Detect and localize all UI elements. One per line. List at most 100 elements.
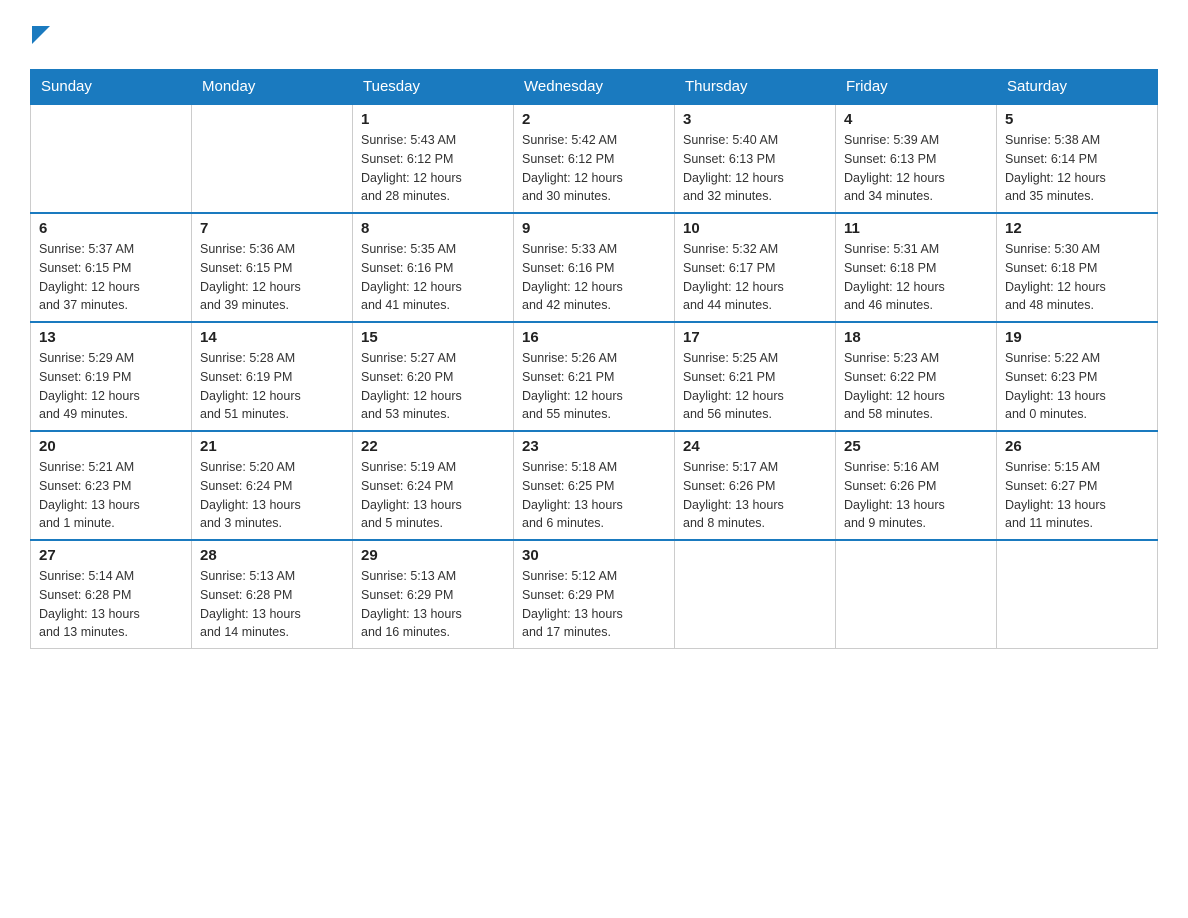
day-number: 2 [522, 111, 666, 128]
calendar-cell: 14 Sunrise: 5:28 AM Sunset: 6:19 PM Dayli… [192, 322, 353, 431]
calendar-cell: 18 Sunrise: 5:23 AM Sunset: 6:22 PM Dayli… [836, 322, 997, 431]
day-number: 8 [361, 220, 505, 237]
calendar-cell: 24Sunrise: 5:17 AM Sunset: 6:26 PM Dayli… [675, 431, 836, 540]
calendar-cell: 17 Sunrise: 5:25 AM Sunset: 6:21 PM Dayli… [675, 322, 836, 431]
day-info: Sunrise: 5:30 AM Sunset: 6:18 PM Dayligh… [1005, 240, 1149, 315]
day-number: 14 [200, 329, 344, 346]
calendar-cell: 11 Sunrise: 5:31 AM Sunset: 6:18 PM Dayli… [836, 213, 997, 322]
calendar-cell: 30 Sunrise: 5:12 AM Sunset: 6:29 PM Dayli… [514, 540, 675, 649]
day-number: 26 [1005, 438, 1149, 455]
calendar-cell [31, 104, 192, 213]
day-info: Sunrise: 5:21 AM Sunset: 6:23 PM Dayligh… [39, 458, 183, 533]
calendar-cell: 12Sunrise: 5:30 AM Sunset: 6:18 PM Dayli… [997, 213, 1158, 322]
day-number: 18 [844, 329, 988, 346]
calendar-cell: 5 Sunrise: 5:38 AM Sunset: 6:14 PM Daylig… [997, 104, 1158, 213]
calendar-week-row: 27 Sunrise: 5:14 AM Sunset: 6:28 PM Dayli… [31, 540, 1158, 649]
day-info: Sunrise: 5:23 AM Sunset: 6:22 PM Dayligh… [844, 349, 988, 424]
calendar-cell: 7 Sunrise: 5:36 AM Sunset: 6:15 PM Daylig… [192, 213, 353, 322]
day-info: Sunrise: 5:17 AM Sunset: 6:26 PM Dayligh… [683, 458, 827, 533]
calendar-week-row: 6 Sunrise: 5:37 AM Sunset: 6:15 PM Daylig… [31, 213, 1158, 322]
calendar-cell: 15 Sunrise: 5:27 AM Sunset: 6:20 PM Dayli… [353, 322, 514, 431]
day-number: 6 [39, 220, 183, 237]
calendar-cell: 6 Sunrise: 5:37 AM Sunset: 6:15 PM Daylig… [31, 213, 192, 322]
day-of-week-header: Saturday [997, 70, 1158, 105]
day-of-week-header: Tuesday [353, 70, 514, 105]
day-info: Sunrise: 5:15 AM Sunset: 6:27 PM Dayligh… [1005, 458, 1149, 533]
calendar-cell: 13 Sunrise: 5:29 AM Sunset: 6:19 PM Dayli… [31, 322, 192, 431]
calendar-cell: 16Sunrise: 5:26 AM Sunset: 6:21 PM Dayli… [514, 322, 675, 431]
day-info: Sunrise: 5:42 AM Sunset: 6:12 PM Dayligh… [522, 131, 666, 206]
calendar-table: SundayMondayTuesdayWednesdayThursdayFrid… [30, 69, 1158, 649]
day-number: 20 [39, 438, 183, 455]
page-header [30, 20, 1158, 49]
calendar-cell: 23 Sunrise: 5:18 AM Sunset: 6:25 PM Dayli… [514, 431, 675, 540]
day-number: 7 [200, 220, 344, 237]
day-number: 27 [39, 547, 183, 564]
day-number: 11 [844, 220, 988, 237]
day-number: 28 [200, 547, 344, 564]
day-number: 17 [683, 329, 827, 346]
day-of-week-header: Monday [192, 70, 353, 105]
day-number: 30 [522, 547, 666, 564]
day-info: Sunrise: 5:13 AM Sunset: 6:28 PM Dayligh… [200, 567, 344, 642]
logo-arrow-icon [32, 26, 50, 44]
day-of-week-header: Wednesday [514, 70, 675, 105]
day-info: Sunrise: 5:20 AM Sunset: 6:24 PM Dayligh… [200, 458, 344, 533]
day-info: Sunrise: 5:25 AM Sunset: 6:21 PM Dayligh… [683, 349, 827, 424]
day-info: Sunrise: 5:18 AM Sunset: 6:25 PM Dayligh… [522, 458, 666, 533]
day-info: Sunrise: 5:27 AM Sunset: 6:20 PM Dayligh… [361, 349, 505, 424]
day-info: Sunrise: 5:22 AM Sunset: 6:23 PM Dayligh… [1005, 349, 1149, 424]
calendar-cell: 26 Sunrise: 5:15 AM Sunset: 6:27 PM Dayli… [997, 431, 1158, 540]
day-info: Sunrise: 5:19 AM Sunset: 6:24 PM Dayligh… [361, 458, 505, 533]
logo [30, 20, 50, 49]
day-info: Sunrise: 5:13 AM Sunset: 6:29 PM Dayligh… [361, 567, 505, 642]
day-info: Sunrise: 5:43 AM Sunset: 6:12 PM Dayligh… [361, 131, 505, 206]
calendar-cell [836, 540, 997, 649]
day-info: Sunrise: 5:38 AM Sunset: 6:14 PM Dayligh… [1005, 131, 1149, 206]
day-of-week-header: Thursday [675, 70, 836, 105]
day-info: Sunrise: 5:14 AM Sunset: 6:28 PM Dayligh… [39, 567, 183, 642]
day-info: Sunrise: 5:37 AM Sunset: 6:15 PM Dayligh… [39, 240, 183, 315]
calendar-cell: 22 Sunrise: 5:19 AM Sunset: 6:24 PM Dayli… [353, 431, 514, 540]
calendar-cell: 8 Sunrise: 5:35 AM Sunset: 6:16 PM Daylig… [353, 213, 514, 322]
day-number: 29 [361, 547, 505, 564]
calendar-cell: 9 Sunrise: 5:33 AM Sunset: 6:16 PM Daylig… [514, 213, 675, 322]
day-number: 23 [522, 438, 666, 455]
day-number: 4 [844, 111, 988, 128]
day-info: Sunrise: 5:35 AM Sunset: 6:16 PM Dayligh… [361, 240, 505, 315]
day-number: 25 [844, 438, 988, 455]
calendar-cell: 29 Sunrise: 5:13 AM Sunset: 6:29 PM Dayli… [353, 540, 514, 649]
day-number: 15 [361, 329, 505, 346]
day-info: Sunrise: 5:31 AM Sunset: 6:18 PM Dayligh… [844, 240, 988, 315]
calendar-cell: 1Sunrise: 5:43 AM Sunset: 6:12 PM Daylig… [353, 104, 514, 213]
calendar-cell: 3 Sunrise: 5:40 AM Sunset: 6:13 PM Daylig… [675, 104, 836, 213]
calendar-cell: 10Sunrise: 5:32 AM Sunset: 6:17 PM Dayli… [675, 213, 836, 322]
calendar-header-row: SundayMondayTuesdayWednesdayThursdayFrid… [31, 70, 1158, 105]
day-number: 5 [1005, 111, 1149, 128]
calendar-cell: 28 Sunrise: 5:13 AM Sunset: 6:28 PM Dayli… [192, 540, 353, 649]
day-info: Sunrise: 5:40 AM Sunset: 6:13 PM Dayligh… [683, 131, 827, 206]
day-number: 10 [683, 220, 827, 237]
day-number: 19 [1005, 329, 1149, 346]
day-info: Sunrise: 5:16 AM Sunset: 6:26 PM Dayligh… [844, 458, 988, 533]
day-number: 3 [683, 111, 827, 128]
day-info: Sunrise: 5:33 AM Sunset: 6:16 PM Dayligh… [522, 240, 666, 315]
day-info: Sunrise: 5:12 AM Sunset: 6:29 PM Dayligh… [522, 567, 666, 642]
calendar-cell: 20 Sunrise: 5:21 AM Sunset: 6:23 PM Dayli… [31, 431, 192, 540]
day-number: 16 [522, 329, 666, 346]
day-number: 9 [522, 220, 666, 237]
calendar-cell [675, 540, 836, 649]
day-info: Sunrise: 5:28 AM Sunset: 6:19 PM Dayligh… [200, 349, 344, 424]
calendar-cell: 19 Sunrise: 5:22 AM Sunset: 6:23 PM Dayli… [997, 322, 1158, 431]
day-of-week-header: Friday [836, 70, 997, 105]
day-number: 13 [39, 329, 183, 346]
day-info: Sunrise: 5:29 AM Sunset: 6:19 PM Dayligh… [39, 349, 183, 424]
day-of-week-header: Sunday [31, 70, 192, 105]
calendar-cell: 4 Sunrise: 5:39 AM Sunset: 6:13 PM Daylig… [836, 104, 997, 213]
calendar-week-row: 1Sunrise: 5:43 AM Sunset: 6:12 PM Daylig… [31, 104, 1158, 213]
calendar-cell [997, 540, 1158, 649]
day-info: Sunrise: 5:39 AM Sunset: 6:13 PM Dayligh… [844, 131, 988, 206]
day-info: Sunrise: 5:36 AM Sunset: 6:15 PM Dayligh… [200, 240, 344, 315]
calendar-week-row: 20 Sunrise: 5:21 AM Sunset: 6:23 PM Dayli… [31, 431, 1158, 540]
day-number: 22 [361, 438, 505, 455]
